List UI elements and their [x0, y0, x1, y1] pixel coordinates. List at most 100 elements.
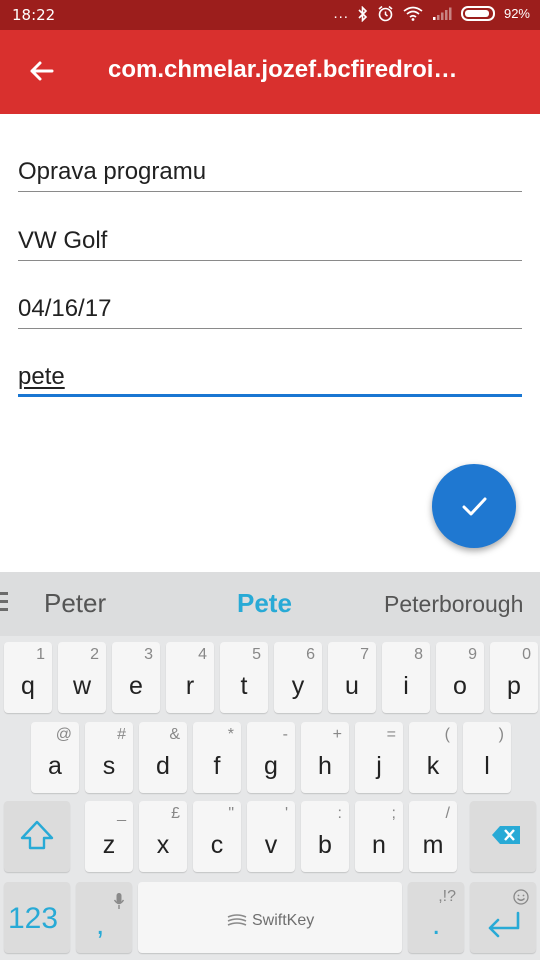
key-j[interactable]: = j — [355, 722, 403, 793]
key-letter: y — [291, 672, 305, 700]
return-icon — [488, 911, 520, 938]
key-t[interactable]: 5t — [220, 642, 268, 713]
key-hint: - — [282, 726, 288, 743]
field-underline — [18, 260, 522, 261]
key-x[interactable]: £ x — [139, 801, 187, 872]
field-underline — [18, 191, 522, 192]
key-hint: # — [117, 726, 126, 743]
key-hint: = — [386, 726, 396, 743]
key-letter: t — [240, 672, 248, 700]
key-hint: 7 — [360, 646, 369, 663]
suggestion-left[interactable]: Peter — [44, 588, 106, 619]
date-value: 04/16/17 — [18, 295, 112, 322]
period-label: . — [432, 908, 441, 941]
enter-key[interactable] — [470, 882, 536, 953]
key-b[interactable]: :b — [301, 801, 349, 872]
key-hint: 5 — [252, 646, 261, 663]
key-hint: 3 — [144, 646, 153, 663]
numbers-key[interactable]: 123 — [4, 882, 70, 953]
status-bar: 18:22 ... 92% — [0, 0, 540, 30]
key-hint: ) — [498, 726, 504, 743]
key-i[interactable]: 8i — [382, 642, 430, 713]
key-r[interactable]: 4r — [166, 642, 214, 713]
bluetooth-icon — [358, 5, 368, 22]
key-letter: x — [156, 831, 170, 859]
key-hint: _ — [117, 805, 126, 822]
backspace-key[interactable] — [470, 801, 536, 872]
key-g[interactable]: -g — [247, 722, 295, 793]
key-n[interactable]: ; n — [355, 801, 403, 872]
key-hint: * — [227, 726, 234, 743]
confirm-button[interactable] — [432, 464, 516, 548]
key-d[interactable]: & d — [139, 722, 187, 793]
wifi-icon — [403, 6, 423, 21]
key-hint: + — [332, 726, 342, 743]
menu-icon[interactable] — [0, 592, 10, 614]
shift-icon — [20, 820, 54, 850]
key-letter: a — [48, 752, 62, 780]
microphone-icon — [113, 893, 125, 909]
comma-label: , — [96, 908, 105, 941]
key-p[interactable]: 0p — [490, 642, 538, 713]
suggestion-right[interactable]: Peterborough — [384, 591, 523, 618]
key-o[interactable]: 9o — [436, 642, 484, 713]
back-button[interactable] — [22, 52, 62, 92]
key-k[interactable]: (k — [409, 722, 457, 793]
key-letter: p — [507, 672, 521, 700]
key-hint: 4 — [198, 646, 207, 663]
description-field[interactable]: Oprava programu — [18, 152, 522, 192]
key-c[interactable]: " c — [193, 801, 241, 872]
key-s[interactable]: # s — [85, 722, 133, 793]
key-letter: r — [185, 672, 195, 700]
car-field[interactable]: VW Golf — [18, 221, 522, 261]
key-letter: l — [484, 752, 490, 780]
key-u[interactable]: 7u — [328, 642, 376, 713]
key-m[interactable]: / m — [409, 801, 457, 872]
key-e[interactable]: 3e — [112, 642, 160, 713]
field-underline — [18, 328, 522, 329]
key-v[interactable]: ' v — [247, 801, 295, 872]
key-hint: ; — [391, 805, 396, 822]
date-field[interactable]: 04/16/17 — [18, 289, 522, 329]
app-title: com.chmelar.jozef.bcfiredroi… — [108, 56, 458, 83]
arrow-left-icon — [30, 61, 54, 81]
key-y[interactable]: 6y — [274, 642, 322, 713]
key-w[interactable]: 2w — [58, 642, 106, 713]
key-hint: £ — [171, 805, 180, 822]
key-hint: 0 — [522, 646, 531, 663]
comma-key[interactable]: , — [76, 882, 132, 953]
key-h[interactable]: + h — [301, 722, 349, 793]
key-letter: n — [372, 831, 386, 859]
key-letter: i — [403, 672, 409, 700]
key-letter: c — [210, 831, 224, 859]
key-l[interactable]: ) l — [463, 722, 511, 793]
key-hint: & — [169, 726, 180, 743]
name-field[interactable]: pete — [18, 357, 522, 397]
space-key[interactable]: SwiftKey — [138, 882, 402, 953]
key-letter: o — [453, 672, 467, 700]
key-hint: 9 — [468, 646, 477, 663]
signal-icon — [432, 7, 452, 20]
numbers-label: 123 — [8, 902, 59, 935]
status-time: 18:22 — [12, 6, 56, 24]
period-key[interactable]: ,!? . — [408, 882, 464, 953]
key-a[interactable]: @ a — [31, 722, 79, 793]
key-z[interactable]: _ z — [85, 801, 133, 872]
key-letter: k — [426, 752, 440, 780]
key-letter: g — [264, 752, 278, 780]
description-value: Oprava programu — [18, 158, 207, 185]
key-q[interactable]: 1q — [4, 642, 52, 713]
name-value: pete — [18, 363, 65, 390]
key-f[interactable]: * f — [193, 722, 241, 793]
shift-key[interactable] — [4, 801, 70, 872]
car-value: VW Golf — [18, 227, 108, 254]
key-hint: " — [228, 805, 234, 822]
key-letter: h — [318, 752, 332, 780]
space-label: SwiftKey — [252, 912, 315, 929]
key-hint: 8 — [414, 646, 423, 663]
key-letter: e — [129, 672, 143, 700]
field-underline-active — [18, 394, 522, 397]
key-hint: / — [445, 805, 450, 822]
key-letter: b — [318, 831, 332, 859]
suggestion-center[interactable]: Pete — [237, 588, 292, 619]
